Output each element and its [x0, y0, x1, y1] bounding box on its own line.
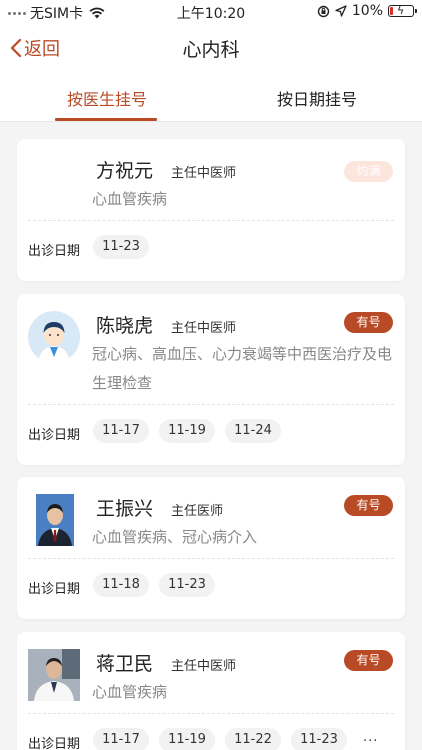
date-chip[interactable]: 11-23 [93, 235, 149, 259]
date-chip[interactable]: 11-24 [225, 419, 281, 443]
date-chip[interactable]: 11-19 [159, 728, 215, 750]
doctor-title: 主任中医师 [171, 659, 237, 674]
status-badge: 有号 [344, 312, 393, 333]
battery-percent: 10% [351, 3, 383, 19]
doctor-title: 主任中医师 [171, 321, 237, 336]
doctor-card[interactable]: 陈晓虎 主任中医师 有号 冠心病、高血压、心力衰竭等中西医治疗及电生理检查 出诊… [17, 294, 405, 465]
date-chip[interactable]: 11-18 [93, 573, 149, 597]
location-arrow-icon [335, 5, 347, 17]
doctor-name: 方祝元 [96, 160, 154, 182]
page-title: 心内科 [182, 39, 240, 61]
date-chip[interactable]: 11-17 [93, 728, 149, 750]
date-chip[interactable]: 11-23 [291, 728, 347, 750]
more-dates-indicator[interactable]: ... [363, 730, 378, 745]
doctor-specialty: 冠心病、高血压、心力衰竭等中西医治疗及电生理检查 [92, 345, 393, 392]
date-chip[interactable]: 11-23 [159, 573, 215, 597]
divider [28, 713, 394, 714]
doctor-specialty: 心血管疾病 [92, 190, 168, 208]
tab-by-doctor[interactable]: 按医生挂号 [67, 86, 147, 110]
tab-bar: 按医生挂号 按日期挂号 [0, 70, 422, 122]
doctor-card[interactable]: 王振兴 主任医师 有号 心血管疾病、冠心病介入 出诊日期 11-18 11-23 [17, 477, 405, 619]
doctor-specialty: 心血管疾病、冠心病介入 [92, 528, 258, 546]
date-chip[interactable]: 11-19 [159, 419, 215, 443]
avatar [28, 649, 80, 701]
status-right: 10% ϟ [317, 3, 417, 19]
doctor-card[interactable]: 方祝元 主任中医师 约满 心血管疾病 出诊日期 11-23 [17, 139, 405, 281]
rotation-lock-icon [317, 5, 330, 17]
status-badge: 有号 [344, 650, 393, 671]
doctor-cartoon-avatar-icon [28, 311, 80, 363]
doctor-card[interactable]: 蒋卫民 主任中医师 有号 心血管疾病 出诊日期 11-17 11-19 11-2… [17, 632, 405, 750]
schedule-label: 出诊日期 [28, 582, 81, 597]
schedule-label: 出诊日期 [28, 737, 81, 750]
doctor-name: 王振兴 [96, 498, 154, 520]
doctor-name: 蒋卫民 [96, 653, 154, 675]
doctor-title: 主任医师 [171, 504, 224, 519]
status-badge: 约满 [344, 161, 393, 182]
avatar [36, 494, 74, 546]
status-bar: 无SIM卡 上午10:20 10% ϟ [0, 0, 422, 24]
battery-icon: ϟ [388, 4, 417, 17]
doctor-name: 陈晓虎 [96, 315, 154, 337]
doctor-photo-icon [28, 649, 80, 701]
schedule-label: 出诊日期 [28, 244, 81, 259]
doctor-specialty: 心血管疾病 [92, 683, 168, 701]
active-tab-indicator [55, 118, 157, 121]
status-badge: 有号 [344, 495, 393, 516]
tab-by-date[interactable]: 按日期挂号 [277, 86, 357, 110]
avatar [28, 311, 80, 363]
divider [28, 404, 394, 405]
doctor-photo-icon [36, 494, 74, 546]
date-chip[interactable]: 11-17 [93, 419, 149, 443]
schedule-label: 出诊日期 [28, 428, 81, 443]
nav-bar: 返回 心内科 [0, 24, 422, 70]
doctor-title: 主任中医师 [171, 166, 237, 181]
divider [28, 220, 394, 221]
date-chip[interactable]: 11-22 [225, 728, 281, 750]
divider [28, 558, 394, 559]
